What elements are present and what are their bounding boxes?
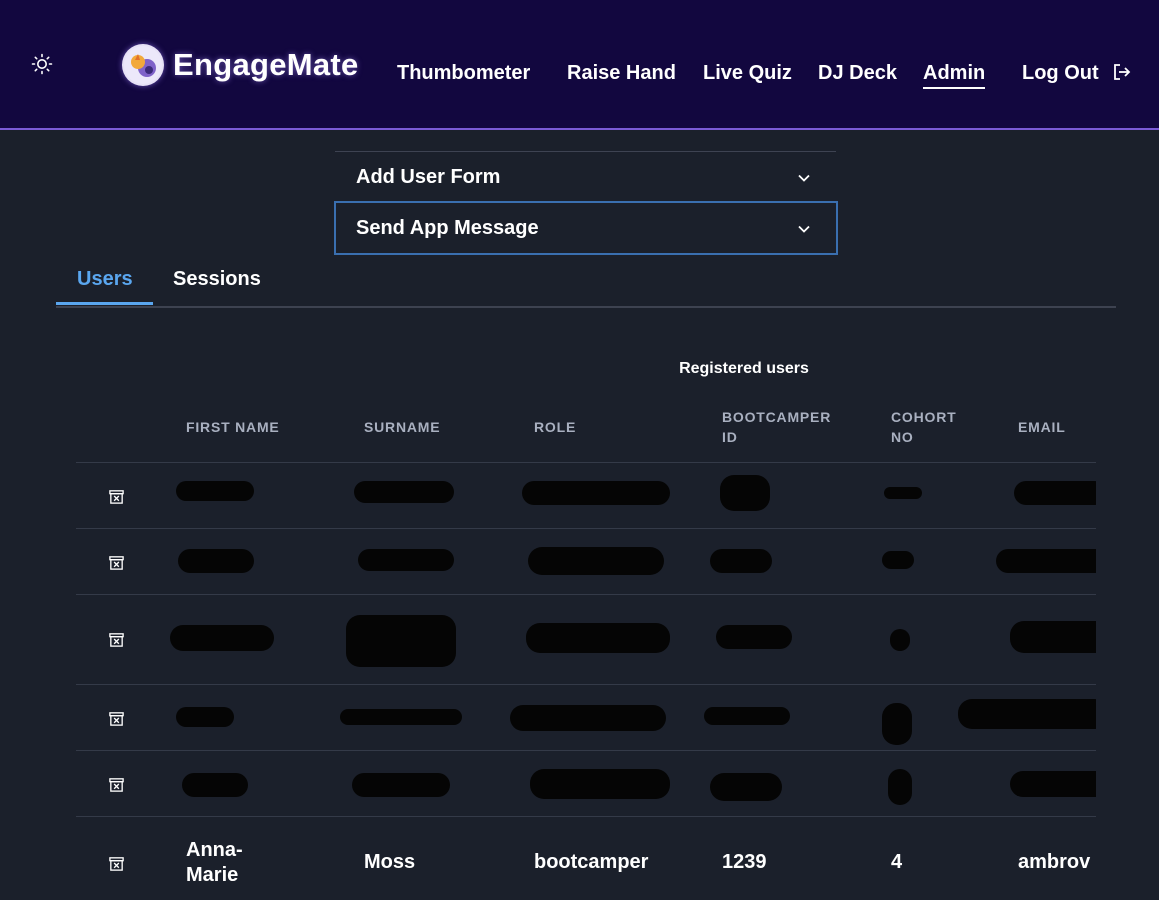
header-role[interactable]: ROLE	[534, 417, 576, 437]
header-cohort-no[interactable]: COHORT NO	[891, 407, 956, 447]
cell-surname: Moss	[364, 851, 416, 873]
redacted-cohort	[882, 703, 912, 745]
redacted-role	[510, 705, 666, 731]
table-row	[76, 594, 1096, 685]
redacted-surname	[346, 615, 456, 667]
delete-icon[interactable]	[108, 710, 125, 727]
cell-text: Anna-	[186, 839, 243, 861]
redacted-email	[958, 699, 1096, 729]
redacted-role	[522, 481, 670, 505]
redacted-bootcamper-id	[710, 773, 782, 801]
delete-icon[interactable]	[108, 776, 125, 793]
cell-email: ambrov	[1018, 851, 1091, 873]
table-row	[76, 528, 1096, 595]
delete-icon[interactable]	[108, 631, 125, 648]
nav-admin[interactable]: Admin	[923, 62, 986, 89]
redacted-cohort	[884, 487, 922, 499]
redacted-first-name	[176, 707, 234, 727]
logout-icon	[1114, 63, 1131, 80]
table-row	[76, 684, 1096, 751]
logout-link[interactable]: Log Out	[1022, 62, 1132, 85]
redacted-surname	[340, 709, 462, 725]
header-email[interactable]: EMAIL	[1018, 417, 1066, 437]
nav-live-quiz[interactable]: Live Quiz	[703, 62, 792, 85]
header-text: NO	[891, 429, 914, 445]
active-tab-indicator	[56, 302, 153, 305]
brand[interactable]: EngageMate	[122, 44, 359, 86]
redacted-email	[1010, 771, 1096, 797]
accordion-label: Add User Form	[356, 166, 501, 188]
tab-users[interactable]: Users	[77, 268, 133, 291]
tab-sessions[interactable]: Sessions	[173, 268, 261, 291]
redacted-surname	[358, 549, 454, 571]
delete-icon[interactable]	[108, 554, 125, 571]
cell-first-name: Anna- Marie	[186, 838, 243, 888]
cell-text: Marie	[186, 864, 239, 886]
redacted-surname	[352, 773, 450, 797]
logo-icon	[122, 44, 164, 86]
header-text: COHORT	[891, 409, 957, 425]
delete-icon[interactable]	[108, 488, 125, 505]
sun-icon[interactable]	[30, 52, 54, 76]
redacted-email	[1014, 481, 1096, 505]
brand-name: EngageMate	[173, 47, 359, 82]
header-surname[interactable]: SURNAME	[364, 417, 440, 437]
redacted-first-name	[178, 549, 254, 573]
chevron-down-icon	[798, 174, 810, 182]
header-text: BOOTCAMPER	[722, 409, 832, 425]
chevron-down-icon	[798, 225, 810, 233]
logout-label: Log Out	[1022, 62, 1099, 84]
redacted-role	[530, 769, 670, 799]
redacted-role	[526, 623, 670, 653]
table-row	[76, 750, 1096, 817]
redacted-bootcamper-id	[716, 625, 792, 649]
nav-dj-deck[interactable]: DJ Deck	[818, 62, 897, 85]
accordion-label: Send App Message	[356, 217, 539, 239]
nav-thumbometer[interactable]: Thumbometer	[397, 62, 530, 85]
add-user-form-accordion[interactable]: Add User Form	[335, 151, 836, 203]
redacted-cohort	[890, 629, 910, 651]
redacted-cohort	[882, 551, 914, 569]
delete-icon[interactable]	[108, 855, 125, 872]
header-first-name[interactable]: FIRST NAME	[186, 417, 280, 437]
redacted-email	[996, 549, 1096, 573]
redacted-first-name	[176, 481, 254, 501]
header-text: ID	[722, 429, 738, 445]
table-row: Anna- Marie Moss bootcamper 1239 4 ambro…	[76, 816, 1096, 900]
redacted-first-name	[182, 773, 248, 797]
redacted-surname	[354, 481, 454, 503]
app-header: EngageMate Thumbometer Raise Hand Live Q…	[0, 0, 1159, 130]
redacted-bootcamper-id	[720, 475, 770, 511]
send-app-message-accordion[interactable]: Send App Message	[334, 201, 838, 255]
nav-raise-hand[interactable]: Raise Hand	[567, 62, 676, 85]
cell-bootcamper-id: 1239	[722, 851, 767, 873]
redacted-role	[528, 547, 664, 575]
redacted-bootcamper-id	[704, 707, 790, 725]
redacted-email	[1010, 621, 1096, 653]
redacted-bootcamper-id	[710, 549, 772, 573]
table-row	[76, 462, 1096, 529]
redacted-cohort	[888, 769, 912, 805]
table-caption: Registered users	[679, 360, 809, 377]
users-table: FIRST NAME SURNAME ROLE BOOTCAMPER ID CO…	[76, 395, 1096, 900]
cell-role: bootcamper	[534, 851, 649, 873]
redacted-first-name	[170, 625, 274, 651]
tab-bar: Users Sessions	[56, 260, 1116, 308]
cell-cohort-no: 4	[891, 851, 903, 873]
header-bootcamper-id[interactable]: BOOTCAMPER ID	[722, 407, 831, 447]
